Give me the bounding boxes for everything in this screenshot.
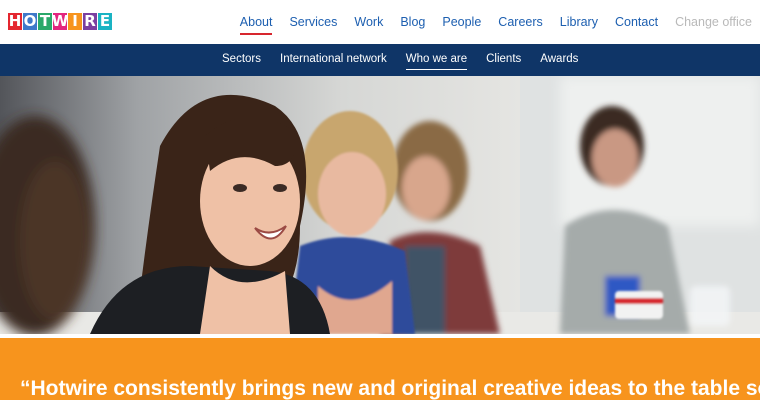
logo-letter-t: T — [38, 12, 52, 30]
coffee-cup — [615, 291, 663, 319]
main-nav: About Services Work Blog People Careers … — [223, 0, 760, 44]
sub-nav: Sectors International network Who we are… — [222, 44, 597, 76]
subnav-international-network[interactable]: International network — [280, 44, 387, 76]
logo-wordmark: H O T W I R E — [8, 13, 112, 30]
logo-letter-h: H — [8, 12, 22, 30]
logo-letter-i: I — [68, 13, 82, 30]
person-main — [90, 94, 330, 334]
testimonial-band: “Hotwire consistently brings new and ori… — [0, 338, 760, 400]
hero-photo — [0, 76, 760, 334]
nav-change-office[interactable]: Change office — [675, 0, 752, 44]
subnav-clients[interactable]: Clients — [486, 44, 521, 76]
logo-letter-w: W — [51, 12, 69, 30]
nav-blog[interactable]: Blog — [400, 0, 425, 44]
logo-letter-r: R — [83, 12, 97, 30]
nav-about[interactable]: About — [239, 0, 272, 44]
nav-contact[interactable]: Contact — [615, 0, 658, 44]
testimonial-quote: “Hotwire consistently brings new and ori… — [20, 377, 760, 400]
nav-people[interactable]: People — [442, 0, 481, 44]
team-meeting-illustration — [0, 76, 760, 334]
hotwire-logo[interactable]: H O T W I R E — [8, 12, 112, 31]
logo-letter-e: E — [98, 12, 112, 30]
logo-letter-o: O — [23, 12, 37, 30]
nav-library[interactable]: Library — [560, 0, 598, 44]
sub-nav-bar: Sectors International network Who we are… — [0, 44, 760, 76]
nav-services[interactable]: Services — [289, 0, 337, 44]
subnav-awards[interactable]: Awards — [540, 44, 578, 76]
site-header: H O T W I R E About Services Work Blog P… — [0, 0, 760, 44]
person-foreground-left — [0, 116, 95, 334]
subnav-who-we-are[interactable]: Who we are — [405, 44, 468, 76]
nav-careers[interactable]: Careers — [498, 0, 542, 44]
nav-work[interactable]: Work — [354, 0, 383, 44]
subnav-sectors[interactable]: Sectors — [222, 44, 261, 76]
